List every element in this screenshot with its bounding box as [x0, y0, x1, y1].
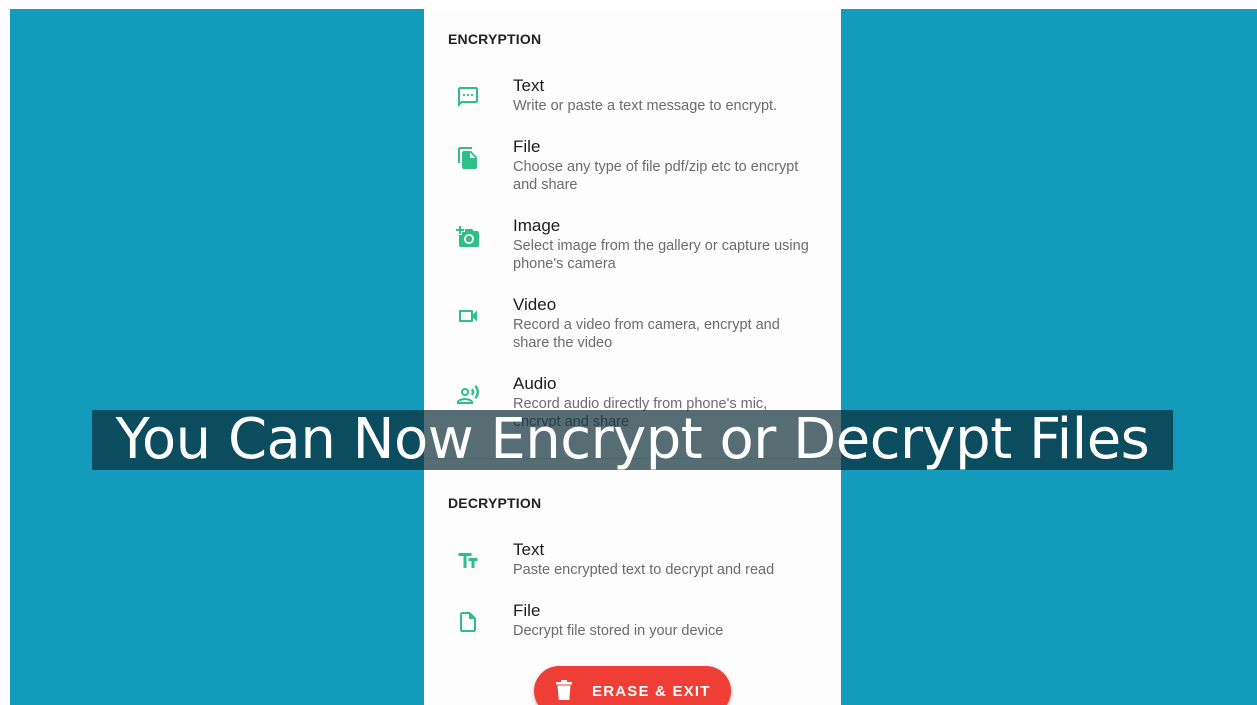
- decrypt-text-option[interactable]: Text Paste encrypted text to decrypt and…: [424, 540, 841, 584]
- text-fields-icon: [456, 549, 480, 573]
- encrypt-video-option[interactable]: Video Record a video from camera, encryp…: [424, 295, 841, 355]
- option-description: Record a video from camera, encrypt and …: [513, 317, 780, 351]
- option-title: Video: [513, 295, 557, 314]
- option-title: Text: [513, 540, 545, 559]
- file-icon: [456, 610, 480, 634]
- option-title: Text: [513, 76, 545, 95]
- option-description: Select image from the gallery or capture…: [513, 238, 809, 272]
- encrypt-text-option[interactable]: Text Write or paste a text message to en…: [424, 76, 841, 120]
- app-screen: ENCRYPTION Text Write or paste a text me…: [424, 9, 841, 705]
- option-title: File: [513, 137, 541, 156]
- record-voice-icon: [456, 383, 480, 407]
- option-description: Paste encrypted text to decrypt and read: [513, 562, 775, 578]
- message-icon: [456, 85, 480, 109]
- encrypt-image-option[interactable]: Image Select image from the gallery or c…: [424, 216, 841, 276]
- option-description: Write or paste a text message to encrypt…: [513, 98, 778, 114]
- option-title: Image: [513, 216, 561, 235]
- trash-icon: [556, 680, 572, 700]
- encryption-section-header: ENCRYPTION: [448, 31, 542, 47]
- video-frame: ENCRYPTION Text Write or paste a text me…: [10, 9, 1257, 705]
- erase-button-label: ERASE & EXIT: [592, 683, 711, 700]
- decryption-section-header: DECRYPTION: [448, 495, 542, 511]
- videocam-icon: [456, 304, 480, 328]
- decrypt-file-option[interactable]: File Decrypt file stored in your device: [424, 601, 841, 645]
- option-title: File: [513, 601, 541, 620]
- erase-and-exit-button[interactable]: ERASE & EXIT: [534, 666, 731, 705]
- option-title: Audio: [513, 374, 557, 393]
- files-icon: [456, 146, 480, 170]
- option-description: Choose any type of file pdf/zip etc to e…: [513, 159, 799, 193]
- encrypt-file-option[interactable]: File Choose any type of file pdf/zip etc…: [424, 137, 841, 197]
- option-description: Decrypt file stored in your device: [513, 623, 724, 639]
- video-caption: You Can Now Encrypt or Decrypt Files: [92, 410, 1173, 470]
- add-photo-icon: [456, 225, 480, 249]
